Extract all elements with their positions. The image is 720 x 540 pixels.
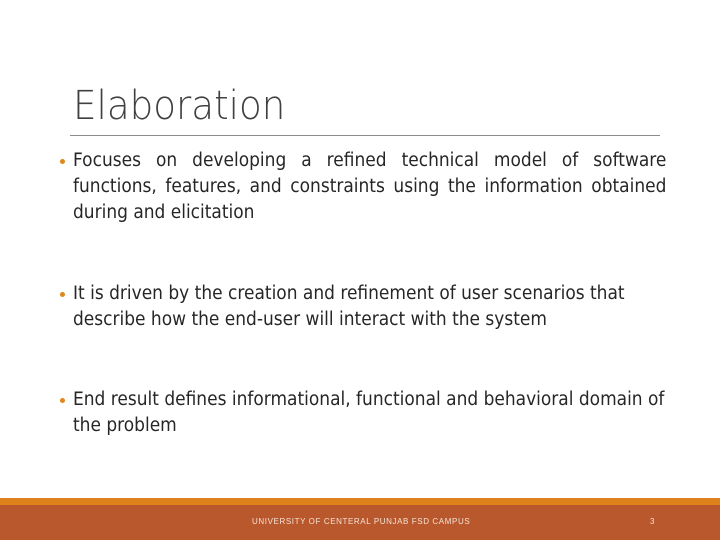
bullet-item: Focuses on developing a refined technica… [60,148,666,226]
slide-title: Elaboration [73,83,286,129]
bullet-dot-icon [60,398,65,403]
bullet-text: End result defines informational, functi… [73,389,665,436]
footer-accent-strip [0,498,720,505]
bullet-dot-icon [60,159,65,164]
title-divider [70,135,660,136]
page-number: 3 [650,517,655,526]
bullet-text: Focuses on developing a refined technica… [73,150,667,223]
bullet-dot-icon [60,292,65,297]
footer-text: UNIVERSITY OF CENTERAL PUNJAB FSD CAMPUS [252,517,471,526]
bullet-item: It is driven by the creation and refinem… [60,281,655,333]
bullet-text: It is driven by the creation and refinem… [73,283,625,330]
bullet-item: End result defines informational, functi… [60,387,664,439]
